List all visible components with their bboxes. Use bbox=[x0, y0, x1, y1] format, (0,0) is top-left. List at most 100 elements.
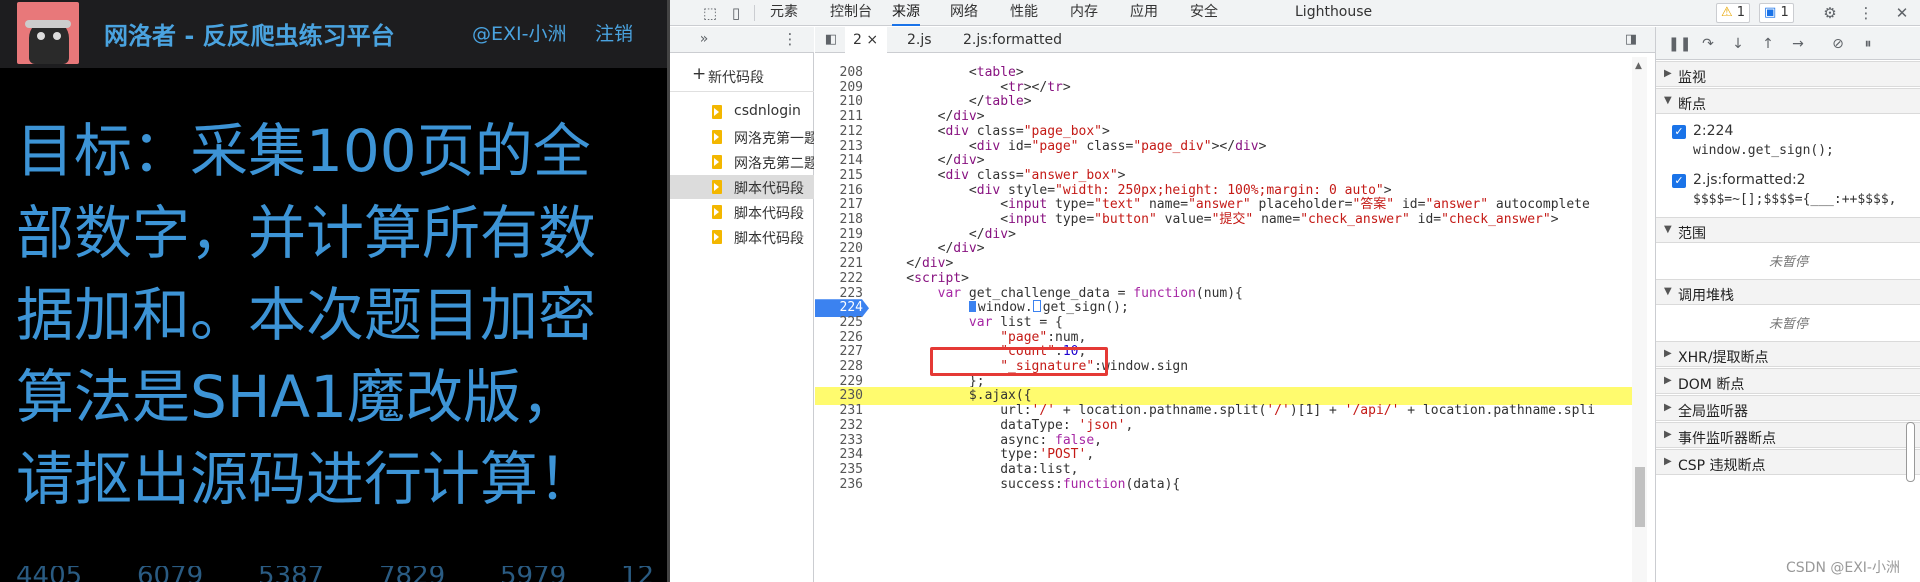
sidebar-scrollbar[interactable] bbox=[1906, 422, 1915, 482]
execution-pause-icon bbox=[968, 301, 976, 313]
call-stack-status: 未暂停 bbox=[1768, 317, 1808, 332]
more-tabs-icon[interactable]: » bbox=[694, 29, 714, 49]
dom-breakpoints-section[interactable]: ▶ DOM 断点 bbox=[1656, 368, 1920, 394]
current-execution-highlight bbox=[930, 347, 1108, 376]
csp-breakpoints-section[interactable]: ▶ CSP 违规断点 bbox=[1656, 449, 1920, 475]
number-cell: 7829 bbox=[379, 566, 446, 582]
scroll-up-icon[interactable]: ▲ bbox=[1635, 61, 1642, 71]
step-icon[interactable]: → bbox=[1788, 34, 1808, 54]
goal-line: 目标：采集100页的全 bbox=[16, 117, 591, 185]
code-area[interactable]: 208 <table> 209 <tr></tr> 210 </table> 211 … bbox=[815, 64, 1635, 582]
expand-arrow-icon: ▶ bbox=[1664, 375, 1672, 386]
scroll-thumb[interactable] bbox=[1635, 467, 1645, 527]
snippet-item-selected[interactable]: 脚本代码段 bbox=[670, 175, 814, 199]
snippet-item[interactable]: 网洛克第二题 bbox=[670, 150, 814, 174]
number-table: 4405 6079 5387 7829 5979 12 bbox=[16, 566, 667, 582]
tab-elements[interactable]: 元素 bbox=[770, 0, 798, 26]
step-out-icon[interactable]: ↑ bbox=[1758, 34, 1778, 54]
message-icon: ▣ bbox=[1764, 5, 1777, 20]
snippets-navigator: » ⋮ + 新代码段 csdnlogin 网洛克第一题 网洛克第二题 脚本代码段… bbox=[670, 27, 814, 582]
snippet-label: 网洛克第二题 bbox=[734, 156, 814, 172]
tab-lighthouse[interactable]: Lighthouse bbox=[1295, 0, 1372, 26]
section-title: 断点 bbox=[1678, 97, 1706, 113]
snippet-label: 网洛克第一题 bbox=[734, 131, 814, 147]
breakpoint-item[interactable]: ✓ 2:224 window.get_sign(); bbox=[1656, 119, 1920, 167]
code-line[interactable]: 236 success:function(data){ bbox=[815, 476, 1635, 494]
snippet-file-icon bbox=[712, 155, 722, 169]
line-number[interactable]: 236 bbox=[815, 476, 863, 494]
code-text: success:function(data){ bbox=[875, 476, 1181, 492]
section-title: CSP 违规断点 bbox=[1678, 458, 1766, 474]
snippet-item[interactable]: 脚本代码段 bbox=[670, 225, 814, 249]
number-cell: 12 bbox=[621, 566, 655, 582]
debugger-sidebar: ❚❚ ↷ ↓ ↑ → ⊘ ⏸ ▶ 监视 ▼ 断点 ✓ 2:224 window.ge… bbox=[1655, 27, 1920, 582]
challenge-goal: 目标：采集100页的全 部数字，并计算所有数 据加和。本次题目加密 算法是SHA… bbox=[16, 110, 656, 520]
toggle-debugger-icon[interactable]: ◨ bbox=[1621, 30, 1641, 50]
logout-link[interactable]: 注销 bbox=[595, 19, 633, 46]
site-header: 网洛者 - 反反爬虫练习平台 @EXI-小洲 注销 bbox=[0, 0, 667, 68]
tab-sources[interactable]: 来源 bbox=[892, 0, 920, 26]
close-devtools-icon[interactable]: ✕ bbox=[1892, 3, 1912, 23]
inspect-element-icon[interactable]: ⬚ bbox=[700, 3, 720, 23]
breakpoint-item[interactable]: ✓ 2.js:formatted:2 $$$$=~[];$$$$={___:++… bbox=[1656, 168, 1920, 216]
step-over-icon[interactable]: ↷ bbox=[1698, 34, 1718, 54]
inline-breakpoint-icon[interactable] bbox=[1032, 300, 1041, 313]
scope-section[interactable]: ▼ 范围 bbox=[1656, 217, 1920, 243]
watermark: CSDN @EXI-小洲 bbox=[1786, 560, 1900, 576]
xhr-breakpoints-section[interactable]: ▶ XHR/提取断点 bbox=[1656, 341, 1920, 367]
snippet-item[interactable]: csdnlogin bbox=[670, 100, 814, 124]
event-listener-breakpoints-section[interactable]: ▶ 事件监听器断点 bbox=[1656, 422, 1920, 448]
snippet-file-icon bbox=[712, 180, 722, 194]
warnings-badge[interactable]: ⚠ 1 bbox=[1716, 3, 1751, 23]
editor-tab-2js-formatted[interactable]: 2.js:formatted bbox=[963, 27, 1062, 53]
snippet-label: 脚本代码段 bbox=[734, 206, 804, 222]
breakpoint-checkbox[interactable]: ✓ bbox=[1672, 125, 1686, 139]
tab-security[interactable]: 安全 bbox=[1190, 0, 1218, 26]
pause-on-exceptions-icon[interactable]: ⏸ bbox=[1858, 34, 1878, 54]
number-cell: 6079 bbox=[137, 566, 204, 582]
section-title: XHR/提取断点 bbox=[1678, 350, 1769, 366]
editor-tab-2[interactable]: 2 × bbox=[845, 27, 887, 53]
goal-line: 部数字，并计算所有数 bbox=[16, 199, 597, 267]
editor-tabs: ◧ 2 × 2.js 2.js:formatted ◨ bbox=[815, 27, 1655, 53]
site-title[interactable]: 网洛者 - 反反爬虫练习平台 bbox=[104, 16, 395, 51]
breakpoints-section[interactable]: ▼ 断点 bbox=[1656, 88, 1920, 114]
goal-line: 算法是SHA1魔改版， bbox=[16, 363, 580, 431]
tab-application[interactable]: 应用 bbox=[1130, 0, 1158, 26]
call-stack-section[interactable]: ▼ 调用堆栈 bbox=[1656, 279, 1920, 305]
expand-arrow-icon: ▶ bbox=[1664, 456, 1672, 467]
navigator-menu-icon[interactable]: ⋮ bbox=[780, 29, 800, 49]
tab-performance[interactable]: 性能 bbox=[1010, 0, 1038, 26]
snippet-label: csdnlogin bbox=[734, 103, 801, 119]
new-snippet-button[interactable]: 新代码段 bbox=[708, 67, 764, 87]
editor-scrollbar[interactable]: ▲ bbox=[1632, 57, 1647, 582]
snippet-item[interactable]: 网洛克第一题 bbox=[670, 125, 814, 149]
tab-console[interactable]: 控制台 bbox=[830, 0, 872, 26]
settings-gear-icon[interactable]: ⚙ bbox=[1820, 3, 1840, 23]
tab-network[interactable]: 网络 bbox=[950, 0, 978, 26]
global-listeners-section[interactable]: ▶ 全局监听器 bbox=[1656, 395, 1920, 421]
tab-memory[interactable]: 内存 bbox=[1070, 0, 1098, 26]
snippet-item[interactable]: 脚本代码段 bbox=[670, 200, 814, 224]
pause-resume-icon[interactable]: ❚❚ bbox=[1668, 34, 1691, 54]
device-toolbar-icon[interactable]: ▯ bbox=[726, 3, 746, 23]
more-options-icon[interactable]: ⋮ bbox=[1856, 3, 1876, 23]
devtools: ⬚ ▯ 元素 控制台 来源 网络 性能 内存 应用 安全 Lighthouse … bbox=[670, 0, 1920, 582]
breakpoint-checkbox[interactable]: ✓ bbox=[1672, 174, 1686, 188]
site-logo[interactable] bbox=[17, 2, 79, 64]
breakpoint-code: $$$$=~[];$$$$={___:++$$$$, bbox=[1693, 192, 1897, 207]
editor-tab-label: 2 bbox=[853, 32, 862, 48]
navigator-header: » ⋮ bbox=[670, 27, 814, 53]
watch-section[interactable]: ▶ 监视 bbox=[1656, 61, 1920, 87]
user-link[interactable]: @EXI-小洲 bbox=[472, 19, 566, 46]
debugger-toolbar: ❚❚ ↷ ↓ ↑ → ⊘ ⏸ bbox=[1656, 27, 1920, 60]
goal-line: 请抠出源码进行计算！ bbox=[16, 445, 597, 513]
section-title: DOM 断点 bbox=[1678, 377, 1745, 393]
messages-badge[interactable]: ▣ 1 bbox=[1759, 3, 1794, 23]
step-into-icon[interactable]: ↓ bbox=[1728, 34, 1748, 54]
toggle-navigator-icon[interactable]: ◧ bbox=[821, 30, 841, 50]
close-tab-icon[interactable]: × bbox=[866, 32, 878, 48]
editor-tab-2js[interactable]: 2.js bbox=[907, 27, 932, 53]
number-cell: 5387 bbox=[258, 566, 325, 582]
deactivate-breakpoints-icon[interactable]: ⊘ bbox=[1828, 34, 1848, 54]
